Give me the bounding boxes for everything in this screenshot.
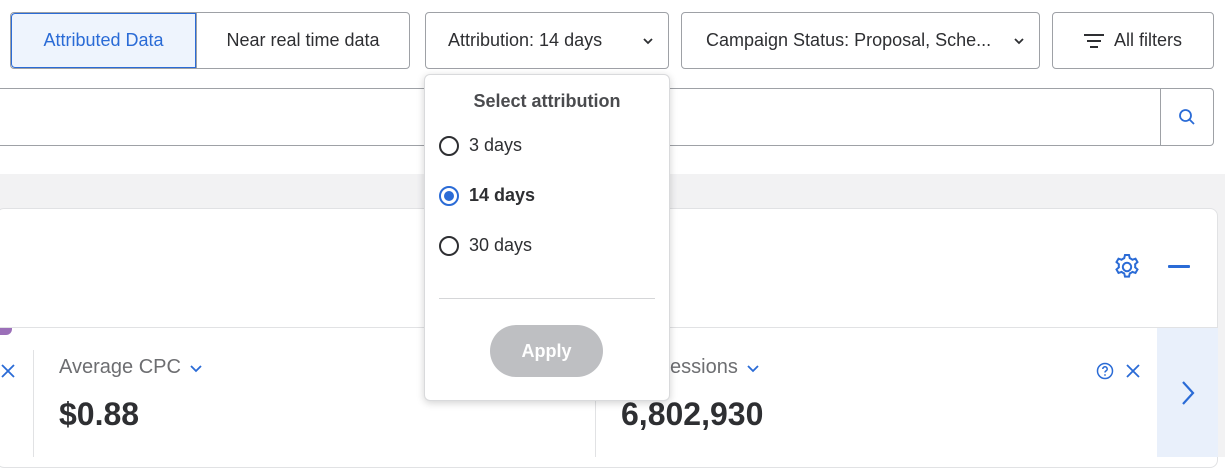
search-button[interactable] [1160,88,1214,146]
popover-title: Select attribution [473,91,621,111]
popover-divider [439,298,655,299]
attribution-dropdown-label: Attribution: 14 days [448,30,603,50]
help-icon[interactable] [1096,362,1114,380]
option-30-days[interactable]: 30 days [439,235,532,256]
close-icon[interactable] [1125,363,1141,379]
chevron-down-icon [190,364,202,372]
option-14-days[interactable]: 14 days [439,185,535,206]
attribution-dropdown[interactable]: Attribution: 14 days [425,12,669,69]
chevron-down-icon [643,37,653,44]
search-icon [1179,109,1195,125]
metric-label-text: essions [670,356,738,378]
all-filters-label: All filters [1113,30,1182,50]
gear-icon[interactable] [1112,252,1142,282]
filter-lines-icon [1083,33,1104,48]
radio-3-days[interactable] [439,135,459,156]
metric-separator [33,350,34,457]
metric-average-cpc-value: $0.88 [59,396,140,432]
chevron-down-icon [1014,37,1024,44]
option-label: 3 days [469,135,523,155]
metric-impressions-value: 6,802,930 [621,396,764,432]
minus-icon[interactable] [1168,265,1190,268]
attributed-data-tab[interactable]: Attributed Data [11,13,197,68]
all-filters-button[interactable]: All filters [1052,12,1214,69]
near-real-time-tab[interactable]: Near real time data [197,13,409,68]
campaign-status-dropdown[interactable]: Campaign Status: Proposal, Sche... [681,12,1040,69]
radio-30-days[interactable] [439,235,459,256]
chevron-right-icon [1181,380,1194,405]
radio-14-days[interactable] [439,185,459,206]
data-type-toggle: Attributed Data Near real time data [10,12,410,69]
option-3-days[interactable]: 3 days [439,135,522,156]
next-metrics-button[interactable] [1157,328,1218,457]
metric-label-text: Average CPC [59,356,181,378]
attribution-popover: Select attribution 3 days 14 days 30 day… [424,74,670,401]
metric-average-cpc-label[interactable]: Average CPC [59,356,203,379]
apply-button[interactable]: Apply [490,325,603,377]
campaign-status-label: Campaign Status: Proposal, Sche... [706,30,992,50]
chevron-down-icon [747,364,759,372]
option-label: 30 days [469,235,533,255]
close-icon[interactable] [0,363,16,379]
metric-impressions-label[interactable]: essions [670,356,760,379]
option-label: 14 days [469,185,536,205]
